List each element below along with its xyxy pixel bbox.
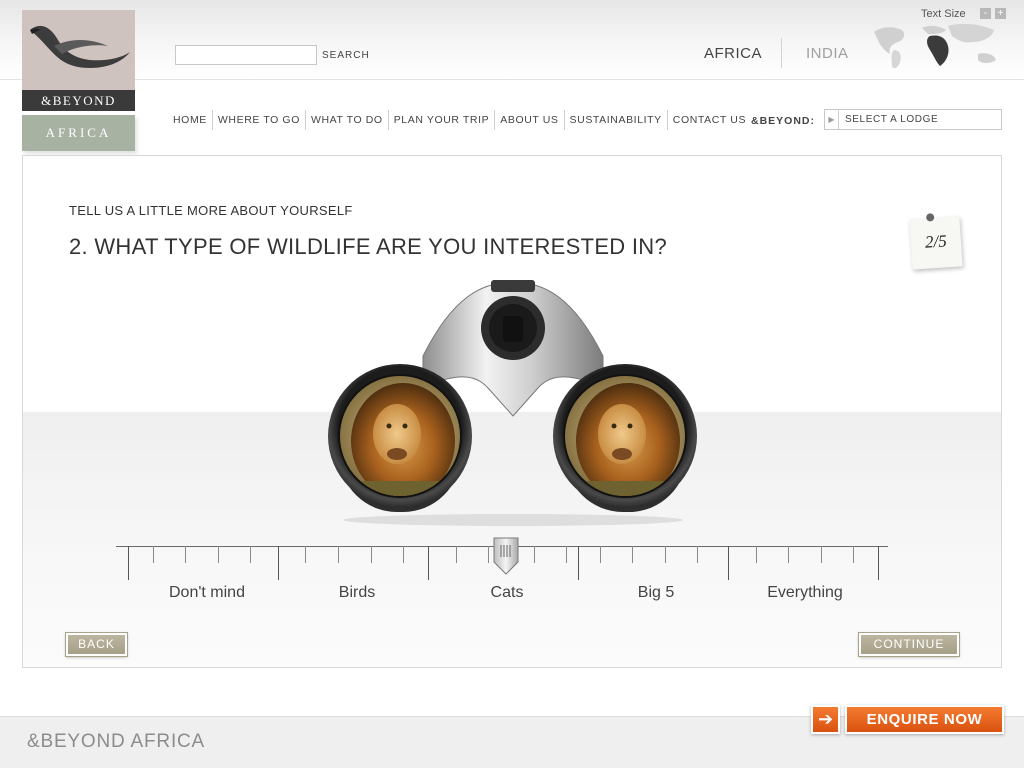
slider-tick [488,546,489,563]
question-title: 2. WHAT TYPE OF WILDLIFE ARE YOU INTERES… [69,234,668,259]
brand-label: &BEYOND: [751,115,816,127]
logo-region-text: AFRICA [22,115,135,151]
logo-brand-text: &BEYOND [22,90,135,111]
nav-where-to-go[interactable]: WHERE TO GO [213,110,306,130]
slider-tick [278,546,279,580]
step-indicator: 2/5 [909,213,963,270]
logo-bird-mark [22,10,135,90]
footer-brand: &BEYOND AFRICA [27,731,206,752]
nav-plan-your-trip[interactable]: PLAN YOUR TRIP [389,110,496,130]
nav-contact-us[interactable]: CONTACT US [668,110,751,130]
nav-about-us[interactable]: ABOUT US [495,110,565,130]
slider-tick [878,546,879,580]
main-nav: HOME WHERE TO GO WHAT TO DO PLAN YOUR TR… [168,110,751,130]
text-size-label: Text Size [921,8,966,20]
search-input[interactable] [175,45,317,65]
step-indicator-value: 2/5 [924,231,948,252]
slider-tick [728,546,729,580]
slider-tick [456,546,457,563]
triangle-right-icon: ▶ [825,110,839,129]
slider-option-cats[interactable]: Cats [432,584,582,602]
section-kicker: TELL US A LITTLE MORE ABOUT YOURSELF [69,203,353,218]
slider-tick [566,546,567,563]
text-size-decrease-button[interactable]: - [980,8,991,19]
world-map-icon [874,23,996,69]
slider-tick [697,546,698,563]
slider-handle[interactable] [493,536,519,576]
nav-what-to-do[interactable]: WHAT TO DO [306,110,389,130]
slider-tick [665,546,666,563]
slider-tick [428,546,429,580]
slider-tick [403,546,404,563]
slider-tick [218,546,219,563]
slider-tick [250,546,251,563]
slider-tick [128,546,129,580]
region-link-africa[interactable]: AFRICA [704,45,762,62]
slider-tick [853,546,854,563]
question-panel: TELL US A LITTLE MORE ABOUT YOURSELF 2. … [22,155,1002,668]
slider-tick [821,546,822,563]
slider-option-everything[interactable]: Everything [730,584,880,602]
nav-home[interactable]: HOME [168,110,213,130]
search-button[interactable]: SEARCH [322,50,370,61]
slider-option-dont-mind[interactable]: Don't mind [132,584,282,602]
slider-tick [534,546,535,563]
enquire-now-button[interactable]: ENQUIRE NOW [845,705,1004,734]
slider-tick [305,546,306,563]
slider-tick [600,546,601,563]
bird-icon [30,25,130,68]
slider-option-big-5[interactable]: Big 5 [581,584,731,602]
site-logo[interactable]: &BEYOND AFRICA [22,10,135,151]
lodge-select[interactable]: ▶ SELECT A LODGE [824,109,1002,130]
slider-tick [756,546,757,563]
lodge-select-value: SELECT A LODGE [845,114,939,125]
binoculars-illustration [328,280,697,526]
slider-option-birds[interactable]: Birds [282,584,432,602]
slider-tick [338,546,339,563]
nav-sustainability[interactable]: SUSTAINABILITY [565,110,668,130]
slider-tick [153,546,154,563]
arrow-right-icon[interactable]: ➔ [811,705,840,734]
text-size-increase-button[interactable]: + [995,8,1006,19]
slider-tick [371,546,372,563]
continue-button[interactable]: CONTINUE [858,632,960,657]
slider-tick [578,546,579,580]
pin-icon [925,213,935,222]
region-divider [781,38,782,68]
back-button[interactable]: BACK [65,632,128,657]
slider-tick [632,546,633,563]
slider-tick [788,546,789,563]
slider-tick [185,546,186,563]
region-link-india[interactable]: INDIA [806,45,849,62]
